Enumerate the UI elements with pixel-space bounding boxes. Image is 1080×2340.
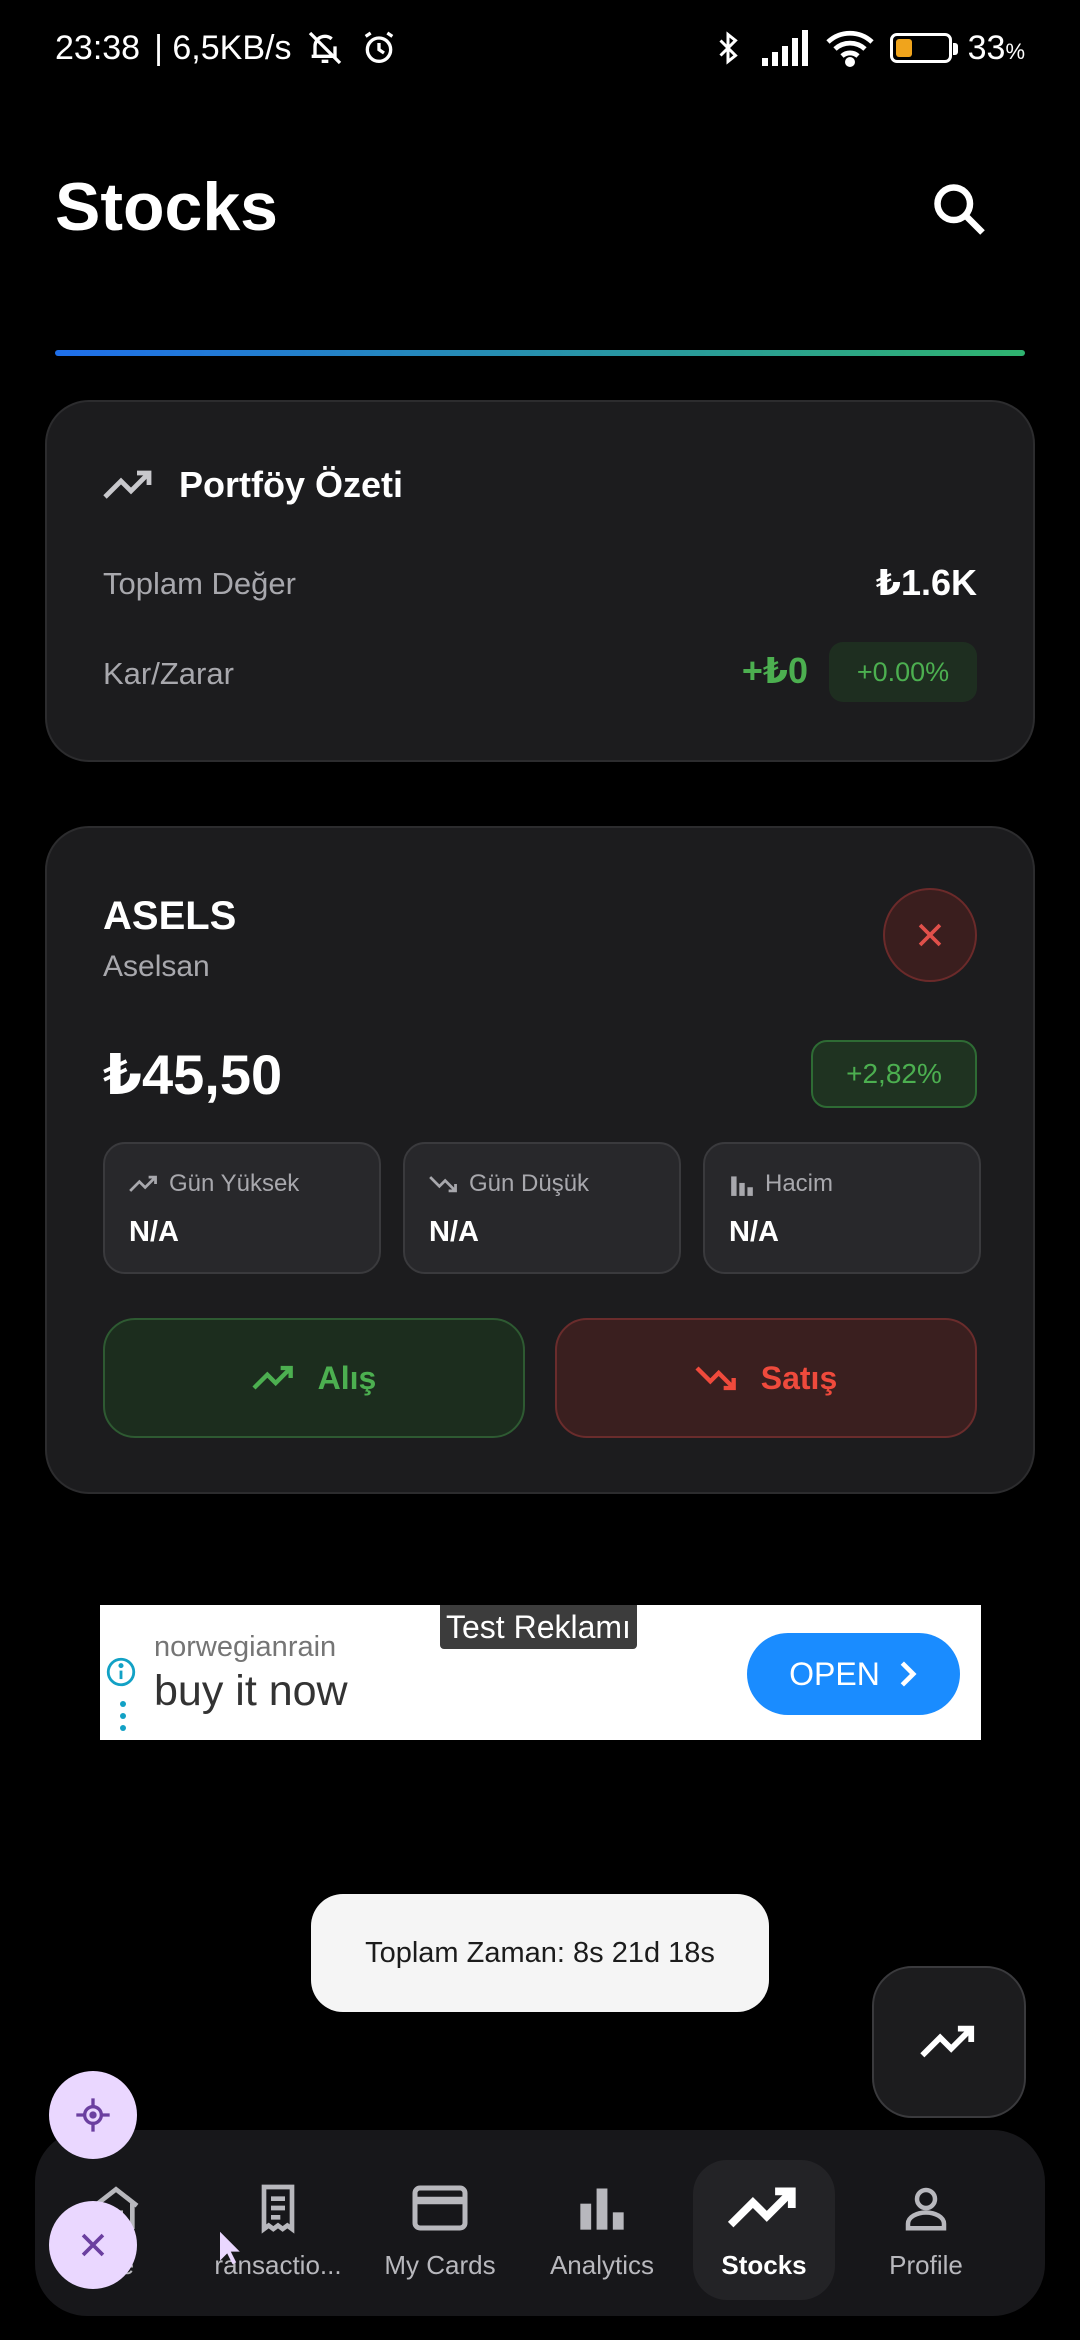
toast-message: Toplam Zaman: 8s 21d 18s: [311, 1894, 769, 2012]
mute-bell-icon: [309, 31, 342, 65]
trend-down-icon: [429, 1176, 457, 1193]
stock-name: Aselsan: [103, 950, 210, 983]
stat-header: Gün Düşük: [429, 1170, 589, 1198]
status-left: 23:38 | 6,5KB/s: [55, 28, 399, 68]
ad-banner[interactable]: Test Reklamı norwegianrain buy it now OP…: [100, 1605, 981, 1740]
stat-value: N/A: [429, 1216, 479, 1248]
stat-label: Gün Yüksek: [169, 1170, 300, 1197]
stat-value: N/A: [729, 1216, 779, 1248]
search-button[interactable]: [920, 170, 1000, 250]
crosshair-icon: [76, 2098, 110, 2132]
status-bar: 23:38 | 6,5KB/s 33%: [0, 0, 1080, 96]
portfolio-summary-card: Portföy Özeti Toplam Değer ₺1.6K Kar/Zar…: [45, 400, 1035, 762]
close-overlay-button[interactable]: [49, 2201, 137, 2289]
ad-menu-dots-icon[interactable]: [120, 1701, 126, 1737]
clock: 23:38: [55, 28, 141, 67]
buy-label: Alış: [317, 1359, 377, 1396]
nav-item-stocks[interactable]: Stocks: [683, 2130, 845, 2316]
pnl-label: Kar/Zarar: [103, 656, 234, 691]
nav-label: Stocks: [721, 2250, 807, 2280]
stat-day-low: Gün Düşük N/A: [403, 1142, 681, 1274]
nav-icon-wrap: [410, 2176, 470, 2240]
alarm-icon: [365, 31, 394, 64]
stock-price: ₺45,50: [103, 1043, 283, 1106]
chevron-right-icon: [900, 1661, 917, 1687]
wifi-icon: [825, 30, 874, 67]
trend-up-icon: [920, 2025, 975, 2058]
stat-value: N/A: [129, 1216, 179, 1248]
nav-icon-wrap: [250, 2176, 306, 2240]
stat-label: Hacim: [765, 1170, 834, 1197]
search-icon: [934, 184, 985, 235]
pnl-value: +₺0: [741, 650, 808, 691]
battery-icon: [889, 33, 958, 63]
network-speed: | 6,5KB/s: [154, 28, 292, 67]
accent-divider: [55, 350, 1025, 356]
page-title: Stocks: [55, 169, 278, 245]
ad-test-tag: Test Reklamı: [440, 1605, 637, 1649]
crosshair-overlay-button[interactable]: [49, 2071, 137, 2159]
receipt-icon: [261, 2184, 295, 2234]
nav-item-transactions[interactable]: ransactio...: [197, 2130, 359, 2316]
nav-label: Profile: [889, 2250, 963, 2280]
nav-label: Analytics: [549, 2250, 655, 2280]
close-icon: [918, 923, 942, 947]
pointer-cursor-icon: [220, 2231, 240, 2265]
portfolio-title: Portföy Özeti: [179, 464, 404, 505]
trend-up-icon: [727, 2187, 796, 2228]
stat-label: Gün Düşük: [469, 1170, 590, 1197]
bottom-navigation: me ransactio... My Cards Analytics Stock…: [35, 2130, 1045, 2316]
trend-down-icon: [695, 1366, 736, 1391]
signal-icon: [761, 30, 808, 66]
bar-chart-icon: [580, 2188, 624, 2230]
stocks-fab[interactable]: [872, 1966, 1026, 2118]
nav-icon-wrap: [576, 2176, 628, 2240]
stat-day-high: Gün Yüksek N/A: [103, 1142, 381, 1274]
pnl-percent-badge: +0.00%: [829, 642, 977, 702]
ad-advertiser: norwegianrain: [154, 1631, 337, 1663]
close-button[interactable]: [883, 888, 977, 982]
nav-item-profile[interactable]: Profile: [845, 2130, 1007, 2316]
stat-header: Gün Yüksek: [129, 1170, 299, 1198]
nav-label: My Cards: [384, 2250, 496, 2280]
ad-open-label: OPEN: [789, 1655, 880, 1692]
battery-level: [895, 39, 913, 57]
battery-percent: 33%: [967, 28, 1025, 67]
buy-button[interactable]: Alış: [103, 1318, 525, 1438]
trend-up-icon: [103, 470, 152, 499]
close-icon: [81, 2233, 105, 2257]
stat-volume: Hacim N/A: [703, 1142, 981, 1274]
change-percent-badge: +2,82%: [811, 1040, 977, 1108]
person-icon: [905, 2187, 947, 2231]
stock-detail-card: ASELS Aselsan ₺45,50 +2,82% Gün Yüksek N…: [45, 826, 1035, 1494]
sell-button[interactable]: Satış: [555, 1318, 977, 1438]
nav-item-analytics[interactable]: Analytics: [521, 2130, 683, 2316]
total-value: ₺1.6K: [875, 562, 977, 603]
total-value-label: Toplam Değer: [103, 566, 296, 601]
trend-up-icon: [252, 1365, 293, 1390]
trend-up-icon: [129, 1175, 157, 1192]
bar-chart-icon: [731, 1176, 753, 1196]
ad-open-button[interactable]: OPEN: [747, 1633, 960, 1715]
portfolio-header: Portföy Özeti: [103, 464, 403, 506]
stock-symbol: ASELS: [103, 894, 237, 938]
nav-icon-wrap: [899, 2176, 953, 2240]
sell-label: Satış: [760, 1359, 838, 1396]
stat-header: Hacim: [729, 1170, 833, 1198]
bluetooth-icon: [719, 31, 738, 65]
card-icon: [412, 2185, 468, 2231]
nav-item-my-cards[interactable]: My Cards: [359, 2130, 521, 2316]
nav-icon-wrap: [726, 2176, 802, 2240]
info-icon[interactable]: [104, 1655, 138, 1689]
status-right: 33%: [710, 28, 1025, 68]
ad-headline: buy it now: [154, 1667, 348, 1715]
